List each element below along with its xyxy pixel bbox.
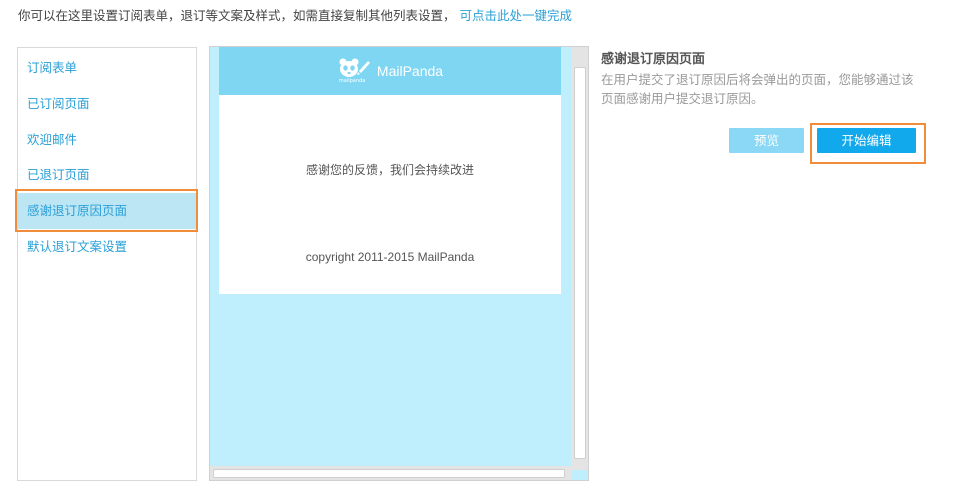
- preview-frame: mailpanda MailPanda 感谢您的反馈，我们会持续改进 copyr…: [209, 46, 589, 481]
- start-editing-button[interactable]: 开始编辑: [817, 128, 916, 153]
- intro-description: 你可以在这里设置订阅表单，退订等文案及样式，如需直接复制其他列表设置，: [18, 8, 456, 23]
- intro-text: 你可以在这里设置订阅表单，退订等文案及样式，如需直接复制其他列表设置， 可点击此处…: [18, 5, 572, 24]
- sidebar: 订阅表单 已订阅页面 欢迎邮件 已退订页面 感谢退订原因页面 默认退订文案设置: [17, 47, 197, 481]
- vertical-scrollbar[interactable]: [571, 47, 588, 470]
- preview-card: mailpanda MailPanda 感谢您的反馈，我们会持续改进 copyr…: [219, 47, 561, 294]
- panda-icon: mailpanda: [337, 57, 371, 85]
- copyright-text: copyright 2011-2015 MailPanda: [305, 250, 475, 264]
- vertical-scrollbar-thumb[interactable]: [574, 67, 586, 459]
- mailpanda-logo: mailpanda MailPanda: [337, 57, 443, 85]
- panel-description: 在用户提交了退订原因后将会弹出的页面，您能够通过该页面感谢用户提交退订原因。: [601, 72, 914, 106]
- logo-name: MailPanda: [376, 63, 444, 79]
- copy-settings-link[interactable]: 可点击此处一键完成: [460, 8, 573, 23]
- sidebar-item-default-unsubscribe-copy[interactable]: 默认退订文案设置: [18, 229, 196, 265]
- sidebar-item-welcome-email[interactable]: 欢迎邮件: [18, 122, 196, 158]
- logo-subtext: mailpanda: [338, 78, 366, 84]
- sidebar-item-subscribed-page[interactable]: 已订阅页面: [18, 86, 196, 122]
- horizontal-scrollbar-thumb[interactable]: [213, 469, 565, 478]
- sidebar-item-subscribe-form[interactable]: 订阅表单: [18, 50, 196, 86]
- sidebar-item-unsubscribe-thanks-page[interactable]: 感谢退订原因页面: [18, 193, 196, 229]
- panel-title: 感谢退订原因页面: [601, 52, 706, 67]
- sidebar-item-unsubscribed-page[interactable]: 已退订页面: [18, 157, 196, 193]
- preview-header: mailpanda MailPanda: [219, 47, 561, 95]
- horizontal-scrollbar[interactable]: [210, 466, 571, 480]
- feedback-message: 感谢您的反馈，我们会持续改进: [305, 163, 474, 177]
- preview-button[interactable]: 预览: [729, 128, 804, 153]
